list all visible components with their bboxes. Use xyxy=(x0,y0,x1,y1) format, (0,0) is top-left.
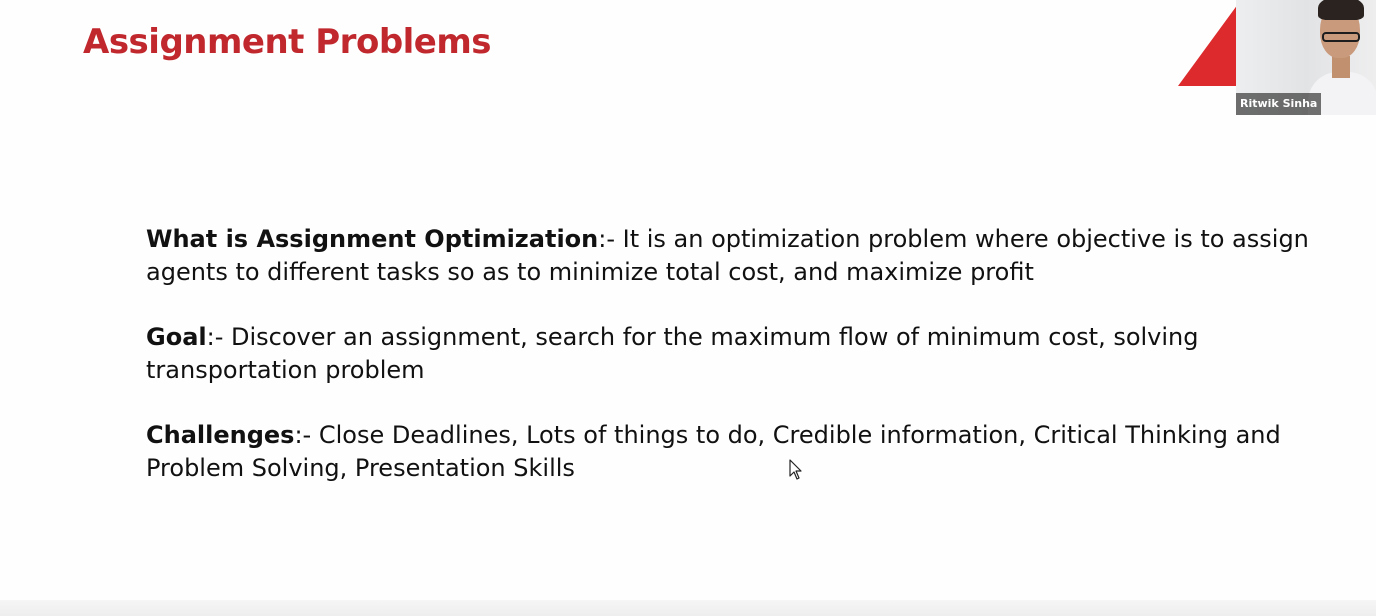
challenges-text: :- Close Deadlines, Lots of things to do… xyxy=(146,421,1281,482)
goal-paragraph: Goal:- Discover an assignment, search fo… xyxy=(146,321,1346,387)
participant-hair xyxy=(1318,0,1364,20)
definition-term: What is Assignment Optimization xyxy=(146,225,599,253)
bottom-toolbar-strip xyxy=(0,600,1376,616)
goal-text: :- Discover an assignment, search for th… xyxy=(146,323,1199,384)
challenges-term: Challenges xyxy=(146,421,295,449)
participant-neck xyxy=(1332,56,1350,78)
slide-body: What is Assignment Optimization:- It is … xyxy=(146,223,1346,517)
presentation-slide: Assignment Problems What is Assignment O… xyxy=(0,0,1376,616)
slide-title: Assignment Problems xyxy=(83,22,492,62)
mouse-pointer-icon xyxy=(789,459,802,480)
participant-glasses xyxy=(1322,32,1360,42)
goal-term: Goal xyxy=(146,323,207,351)
challenges-paragraph: Challenges:- Close Deadlines, Lots of th… xyxy=(146,419,1346,485)
decorative-red-triangle xyxy=(1178,4,1238,86)
definition-paragraph: What is Assignment Optimization:- It is … xyxy=(146,223,1346,289)
participant-video-tile[interactable]: Ritwik Sinha xyxy=(1236,0,1376,115)
participant-name-label: Ritwik Sinha xyxy=(1236,93,1322,115)
